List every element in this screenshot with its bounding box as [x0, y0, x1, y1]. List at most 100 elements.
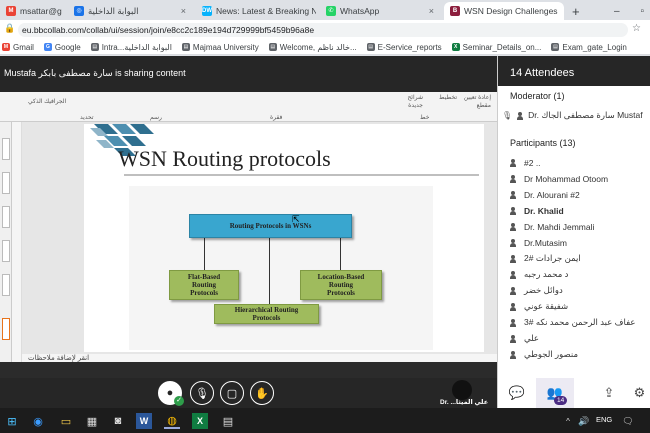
camera-button[interactable]: ▢ [220, 381, 244, 405]
participant-item[interactable]: Dr. Khalid [510, 203, 650, 218]
bookmark-seminar[interactable]: X Seminar_Details_on... [451, 43, 541, 52]
browser-tab-strip: M msattar@gmail.c... ◎ البوابة الداخلية … [0, 0, 650, 20]
attendee-name: د محمد رجبه [524, 269, 569, 279]
attendee-name: ايمن جرادات #2 [524, 253, 581, 263]
bookmark-label: Google [54, 42, 81, 52]
whatsapp-icon: ✆ [326, 6, 336, 16]
participant-item[interactable]: عفاف عبد الرحمن محمد نكه #3 [510, 315, 650, 330]
moderator-item[interactable]: 🎙 Dr. سارة مصطفى الجاك Mustafa بابكر [502, 108, 643, 123]
calculator-icon[interactable]: ▤ [220, 413, 236, 429]
slide-thumbnail[interactable] [2, 172, 10, 194]
file-explorer-icon[interactable]: ▭ [58, 413, 74, 429]
browser-tab-dw[interactable]: DW News: Latest & Breaking New... × [196, 2, 316, 20]
diagram-box-routing-protocols: Routing Protocols in WSNs [189, 214, 352, 238]
chat-tab[interactable]: 💬 [498, 378, 536, 408]
chrome-icon[interactable]: ◍ [164, 413, 180, 429]
thumbnail-scrollbar[interactable] [12, 122, 22, 362]
camera-app-icon[interactable]: ◙ [110, 413, 126, 429]
settings-tab[interactable]: ⚙ [628, 378, 650, 408]
ribbon-label: رسم [150, 115, 162, 121]
browser-tab-portal[interactable]: ◎ البوابة الداخلية × [68, 2, 192, 20]
microphone-button[interactable]: 🎙 [190, 381, 214, 405]
participant-item[interactable]: د محمد رجبه [510, 267, 650, 282]
participant-item[interactable]: ايمن جرادات #2 [510, 251, 650, 266]
word-icon[interactable]: W [136, 413, 152, 429]
slide-canvas: WSN Routing protocols Routing Protocols … [84, 124, 484, 352]
raise-hand-button[interactable]: ✋ [250, 381, 274, 405]
attendees-tab[interactable]: 👥 14 [536, 378, 574, 408]
bookmark-eservice[interactable]: ▤ E-Service_reports [366, 43, 442, 52]
slide-thumbnail-selected[interactable] [2, 318, 10, 340]
bookmark-majmaa[interactable]: ▤ Majmaa University [181, 43, 259, 52]
excel-icon[interactable]: X [192, 413, 208, 429]
participants-section-title: Participants (13) [510, 138, 576, 148]
bookmark-exam-gate[interactable]: ▤ Exam_gate_Login [551, 43, 627, 52]
start-icon[interactable]: ⊞ [4, 413, 20, 429]
person-icon [510, 302, 516, 311]
attendee-name: عفاف عبد الرحمن محمد نكه #3 [524, 317, 636, 327]
participant-item[interactable]: دوائل خضر [510, 283, 650, 298]
chevron-up-icon[interactable]: ^ [560, 413, 576, 429]
browser-tab-gmail[interactable]: M msattar@gmail.c... [0, 2, 62, 20]
bookmark-label: Intra...البوابة الداخلية [101, 42, 172, 52]
browser-tab-blackboard[interactable]: B WSN Design Challenges × [444, 2, 564, 20]
participant-item[interactable]: علي [510, 331, 650, 346]
dw-icon: DW [202, 6, 212, 16]
share-content-tab[interactable]: ⇪ [590, 378, 628, 408]
language-indicator[interactable]: ENG [596, 415, 612, 424]
close-icon[interactable]: × [429, 6, 434, 16]
ribbon-label: خط [420, 115, 430, 121]
bookmark-intranet[interactable]: ▤ Intra...البوابة الداخلية [90, 42, 172, 52]
browser-tab-whatsapp[interactable]: ✆ WhatsApp × [320, 2, 440, 20]
slide-thumbnail[interactable] [2, 206, 10, 228]
star-icon[interactable]: ☆ [632, 23, 641, 34]
sharing-banner: Mustafa سارة مصطفى بابكر is sharing cont… [0, 56, 497, 92]
volume-icon[interactable]: 🔊 [576, 413, 592, 429]
lock-icon[interactable]: 🔒 [4, 23, 15, 34]
attendees-panel: 14 Attendees Moderator (1) 🎙 Dr. سارة مص… [497, 56, 650, 378]
participant-item[interactable]: Dr. Alourani #2 [510, 187, 650, 202]
new-tab-button[interactable]: + [566, 2, 584, 20]
person-icon [510, 350, 516, 359]
notes-pane[interactable]: انقر لإضافة ملاحظات [22, 354, 497, 362]
slide-thumbnail[interactable] [2, 240, 10, 262]
participant-item[interactable]: Dr Mohammad Otoom [510, 171, 650, 186]
slide-thumbnail[interactable] [2, 138, 10, 160]
minimize-icon[interactable]: – [614, 6, 620, 17]
page-icon: ▤ [90, 43, 99, 51]
participant-item[interactable]: Dr. Mahdi Jemmali [510, 219, 650, 234]
tab-label: WhatsApp [340, 6, 380, 16]
self-name-label: Dr. ...علي الميثا [440, 399, 489, 406]
check-icon: ✓ [174, 396, 184, 406]
page-icon: ▤ [551, 43, 560, 51]
bookmark-welcome[interactable]: ▤ Welcome, خالد ناظم... [268, 43, 357, 52]
store-icon[interactable]: ▦ [84, 413, 100, 429]
notifications-icon[interactable]: 🗨 [620, 413, 636, 429]
tab-label: News: Latest & Breaking New... [216, 6, 316, 16]
ribbon-label: تحديد [80, 115, 94, 121]
participant-item[interactable]: #2 .. [510, 155, 650, 170]
person-icon [510, 334, 516, 343]
close-icon[interactable]: × [181, 6, 186, 16]
person-icon [510, 318, 516, 327]
diagram-area [129, 186, 433, 350]
maximize-icon[interactable]: ▫ [640, 6, 644, 17]
url-input[interactable]: eu.bbcollab.com/collab/ui/session/join/e… [18, 23, 628, 37]
my-status-button[interactable]: ● ✓ [158, 381, 184, 406]
mouse-pointer-icon: ⇱ [292, 214, 300, 224]
participant-item[interactable]: شفيقة عوني [510, 299, 650, 314]
participant-item[interactable]: Dr.Mutasim [510, 235, 650, 250]
slide-title: WSN Routing protocols [118, 146, 331, 171]
slide-thumbnail[interactable] [2, 274, 10, 296]
person-icon [510, 222, 516, 231]
person-icon [510, 174, 516, 183]
edge-icon[interactable]: ◉ [30, 413, 46, 429]
attendee-name: Dr. Mahdi Jemmali [524, 221, 595, 232]
person-icon [510, 286, 516, 295]
bookmark-google[interactable]: G Google [43, 42, 81, 52]
person-icon [517, 111, 524, 120]
ribbon-label: إعادة تعيين [463, 95, 491, 101]
diagram-box-location-based: Location-Based Routing Protocols [300, 270, 382, 300]
bookmark-gmail[interactable]: M Gmail [2, 43, 34, 52]
participant-item[interactable]: منصور الجوطي [510, 347, 650, 362]
